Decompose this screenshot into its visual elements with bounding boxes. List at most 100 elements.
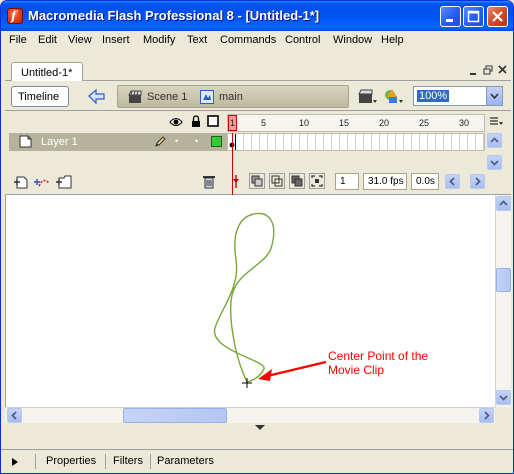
trash-icon[interactable]	[202, 174, 216, 189]
stage-scroll-up-icon[interactable]	[496, 196, 511, 211]
breadcrumb-scene[interactable]: Scene 1	[147, 91, 187, 103]
current-frame-field[interactable]: 1	[335, 173, 359, 190]
eye-icon[interactable]	[169, 116, 183, 128]
layer-name: Layer 1	[41, 136, 78, 148]
timeline-scroll-left-icon[interactable]	[445, 174, 460, 189]
stage-scroll-down-icon[interactable]	[496, 390, 511, 405]
timeline-toggle-button[interactable]: Timeline	[11, 86, 69, 107]
menu-edit[interactable]: Edit	[38, 34, 57, 46]
app-window: f Macromedia Flash Professional 8 - [Unt…	[0, 0, 514, 474]
breadcrumb: Scene 1 main	[117, 85, 349, 108]
close-icon	[492, 11, 503, 22]
frame-rate-value: 31.0 fps	[368, 176, 404, 187]
zoom-dropdown[interactable]: 100%	[413, 86, 503, 106]
properties-panel-bar: Properties Filters Parameters	[1, 449, 513, 473]
outline-icon[interactable]	[207, 115, 219, 127]
zoom-value: 100%	[417, 90, 450, 102]
timeline-menu-icon[interactable]	[489, 117, 503, 127]
stage-scroll-left-icon[interactable]	[7, 408, 22, 423]
timeline-header: 1 5 10 15 20 25 30	[5, 111, 511, 133]
menu-text[interactable]: Text	[187, 34, 207, 46]
document-tab[interactable]: Untitled-1*	[11, 62, 83, 82]
menu-commands[interactable]: Commands	[220, 34, 276, 46]
stage-hscroll-thumb[interactable]	[123, 408, 227, 423]
ruler-label: 20	[379, 118, 390, 128]
elapsed-time-field: 0.0s	[411, 173, 439, 190]
maximize-button[interactable]	[463, 6, 484, 27]
layer-row[interactable]: Layer 1 • •	[9, 133, 227, 151]
menu-window[interactable]: Window	[333, 34, 372, 46]
panel-divider	[150, 454, 151, 469]
flash-app-icon[interactable]: f	[7, 8, 23, 24]
doc-close-icon[interactable]	[498, 65, 507, 77]
scene-icon	[128, 90, 142, 103]
menu-file[interactable]: File	[9, 34, 27, 46]
chevron-down-icon[interactable]	[486, 87, 502, 105]
insert-layer-folder-icon[interactable]	[55, 174, 73, 189]
panel-collapse-icon[interactable]	[249, 423, 271, 431]
menu-bar: File Edit View Insert Modify Text Comman…	[1, 31, 513, 50]
modify-onion-markers-button[interactable]	[309, 173, 325, 189]
doc-restore-icon[interactable]	[483, 65, 493, 78]
panel-divider	[105, 454, 106, 469]
edit-scene-icon[interactable]	[357, 88, 379, 106]
ruler-label: 25	[419, 118, 430, 128]
stage-scroll-right-icon[interactable]	[479, 408, 494, 423]
title-bar[interactable]: f Macromedia Flash Professional 8 - [Unt…	[1, 1, 513, 31]
stage-horizontal-scrollbar[interactable]	[5, 407, 495, 423]
layer-visible-dot[interactable]: •	[175, 136, 178, 146]
frame-rate-field[interactable]: 31.0 fps	[363, 173, 407, 190]
menu-view[interactable]: View	[68, 34, 92, 46]
app-icon-letter: f	[11, 9, 17, 23]
layer-outline-color[interactable]	[211, 136, 222, 147]
pencil-icon[interactable]	[154, 135, 166, 148]
stage-vscroll-thumb[interactable]	[496, 268, 511, 292]
timeline-ruler[interactable]: 1 5 10 15 20 25 30	[227, 114, 485, 132]
annotation-line-2: Movie Clip	[328, 363, 385, 377]
stage-canvas[interactable]: Center Point of the Movie Clip	[5, 195, 495, 407]
onion-skin-button[interactable]	[249, 173, 265, 189]
edit-symbols-icon[interactable]	[383, 88, 405, 106]
ruler-label: 10	[299, 118, 310, 128]
tab-properties[interactable]: Properties	[46, 455, 96, 467]
add-motion-guide-icon[interactable]	[33, 175, 51, 189]
movie-clip-icon	[200, 90, 214, 104]
timeline-hscroll-track[interactable]	[461, 174, 469, 189]
minimize-button[interactable]	[440, 6, 461, 27]
onion-skin-outlines-button[interactable]	[269, 173, 285, 189]
ruler-label: 1	[230, 118, 236, 128]
ruler-label: 15	[339, 118, 350, 128]
expand-arrow-icon[interactable]	[11, 457, 19, 467]
doc-minimize-icon[interactable]	[469, 67, 477, 79]
tab-parameters[interactable]: Parameters	[157, 455, 214, 467]
layer-lock-dot[interactable]: •	[195, 136, 198, 146]
timeline-button-label: Timeline	[18, 91, 60, 103]
timeline-scroll-right-icon[interactable]	[470, 174, 485, 189]
ruler-label: 30	[459, 118, 470, 128]
current-frame-value: 1	[340, 176, 346, 187]
frames-grid[interactable]	[227, 133, 485, 151]
scroll-up-icon[interactable]	[487, 133, 502, 148]
document-tab-label: Untitled-1*	[21, 67, 73, 79]
stage-vertical-scrollbar[interactable]	[495, 195, 511, 407]
document-area: Untitled-1* Timeline Scene 1 main 100% 1…	[5, 53, 511, 430]
breadcrumb-movie-clip[interactable]: main	[219, 91, 243, 103]
tab-filters[interactable]: Filters	[113, 455, 143, 467]
edit-multiple-frames-button[interactable]	[289, 173, 305, 189]
menu-modify[interactable]: Modify	[143, 34, 175, 46]
elapsed-time-value: 0.0s	[416, 176, 435, 187]
scroll-down-icon[interactable]	[487, 155, 502, 170]
registration-point-icon	[242, 378, 252, 388]
lock-icon[interactable]	[191, 115, 201, 128]
menu-insert[interactable]: Insert	[102, 34, 130, 46]
edit-bar: Timeline Scene 1 main 100%	[5, 81, 511, 111]
insert-layer-icon[interactable]	[13, 175, 29, 189]
stage-drawing	[213, 212, 327, 388]
timeline-vertical-scrollbar[interactable]	[487, 133, 502, 173]
center-frame-icon[interactable]	[231, 174, 241, 189]
back-arrow-icon[interactable]	[85, 86, 109, 107]
window-title: Macromedia Flash Professional 8 - [Untit…	[28, 8, 320, 23]
close-button[interactable]	[487, 6, 508, 27]
menu-control[interactable]: Control	[285, 34, 320, 46]
menu-help[interactable]: Help	[381, 34, 404, 46]
